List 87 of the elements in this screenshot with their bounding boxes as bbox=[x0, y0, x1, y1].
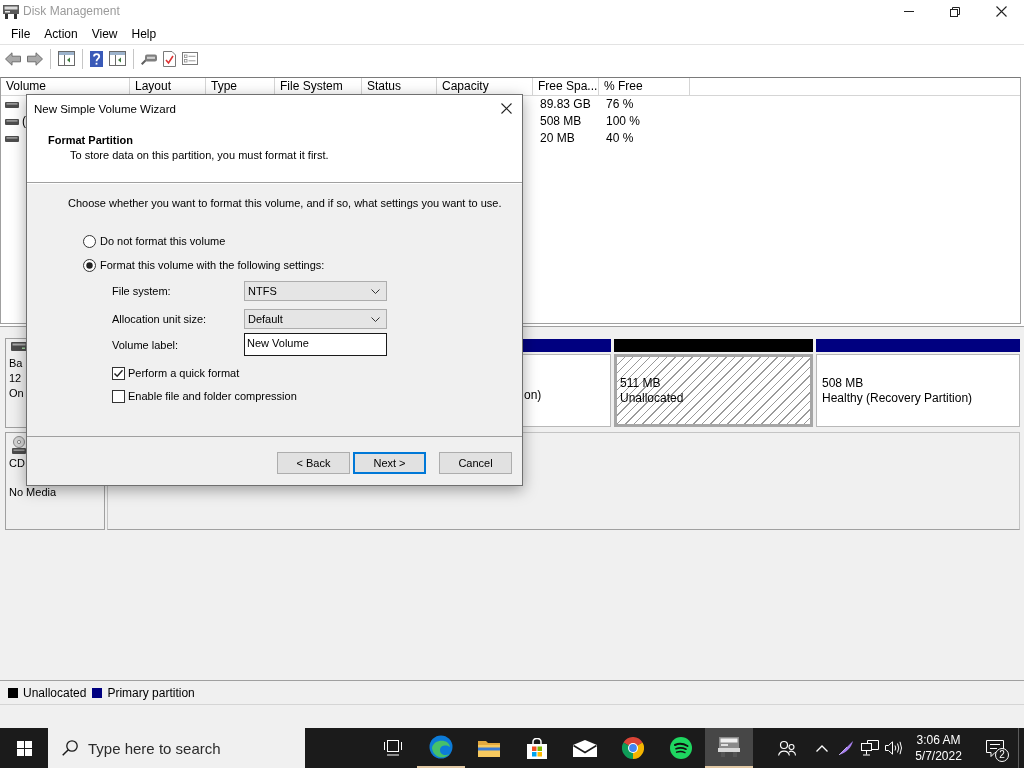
document-check-icon[interactable] bbox=[163, 50, 176, 67]
partition-text: 508 MB bbox=[822, 375, 864, 391]
table-cell: ( bbox=[22, 113, 26, 130]
partition-text: Unallocated bbox=[620, 390, 684, 406]
window-title: Disk Management bbox=[23, 4, 120, 19]
dropdown[interactable]: NTFS bbox=[244, 281, 387, 301]
close-icon[interactable] bbox=[501, 103, 512, 114]
partition-box[interactable]: on) bbox=[523, 354, 611, 427]
dropdown[interactable]: Default bbox=[244, 309, 387, 329]
field-label: Allocation unit size: bbox=[112, 312, 208, 326]
field-label: Volume label: bbox=[112, 337, 180, 352]
dialog-title: New Simple Volume Wizard bbox=[34, 102, 176, 115]
radio-label[interactable]: Do not format this volume bbox=[100, 235, 226, 247]
drive-icon bbox=[11, 342, 27, 351]
drive-icon bbox=[5, 135, 19, 142]
disk-info-text: CD bbox=[9, 456, 25, 471]
chevron-up-icon[interactable] bbox=[816, 744, 828, 752]
menu-item[interactable]: File bbox=[4, 25, 38, 42]
partition-text: 511 MB bbox=[620, 375, 661, 391]
taskbar-button[interactable] bbox=[705, 728, 753, 768]
search-field[interactable]: Type here to search bbox=[48, 728, 305, 768]
pen-icon[interactable] bbox=[838, 740, 854, 756]
clock-time[interactable]: 3:06 AM bbox=[916, 732, 961, 748]
folder-icon[interactable] bbox=[478, 739, 500, 757]
envelope-icon[interactable] bbox=[573, 739, 597, 757]
drive-icon bbox=[3, 4, 19, 19]
radio-label[interactable]: Format this volume with the following settings: bbox=[100, 259, 325, 271]
speaker-icon[interactable] bbox=[885, 741, 903, 755]
disk-info-text: No Media bbox=[9, 485, 57, 500]
next-button[interactable]: Next > bbox=[353, 452, 426, 474]
drive-icon[interactable] bbox=[718, 737, 740, 757]
radio-button[interactable] bbox=[83, 234, 96, 248]
text-field[interactable]: New Volume bbox=[244, 333, 387, 356]
partition-text: Healthy (Recovery Partition) bbox=[822, 390, 973, 406]
people-icon[interactable] bbox=[778, 740, 796, 756]
table-cell: 100 % bbox=[606, 113, 641, 130]
window-panes-icon[interactable] bbox=[58, 51, 75, 66]
search-icon bbox=[62, 740, 78, 756]
page-heading: Format Partition bbox=[48, 133, 133, 148]
menu-item[interactable]: Action bbox=[37, 25, 85, 42]
notification-count: 2 bbox=[995, 748, 1009, 762]
cancel-button[interactable]: Cancel bbox=[439, 452, 512, 474]
menu-item[interactable]: Help bbox=[124, 25, 164, 42]
drive-icon bbox=[5, 101, 19, 108]
instruction-text: Choose whether you want to format this volume, and if so, what settings you want to use. bbox=[68, 196, 502, 210]
checkbox-label[interactable]: Perform a quick format bbox=[128, 367, 240, 379]
close-icon[interactable] bbox=[995, 6, 1007, 17]
table-cell: 40 % bbox=[606, 130, 634, 147]
page-subheading: To store data on this partition, you must format it first. bbox=[70, 148, 329, 163]
legend-label: Primary partition bbox=[107, 685, 195, 700]
task-view-icon[interactable] bbox=[384, 740, 402, 756]
table-cell: 20 MB bbox=[540, 130, 575, 147]
menu-item[interactable]: View bbox=[84, 25, 125, 42]
notification-icon[interactable] bbox=[985, 739, 1004, 757]
disk-info-text: Ba bbox=[9, 356, 23, 371]
checkbox[interactable] bbox=[112, 389, 125, 403]
chevron-down-icon bbox=[371, 316, 380, 322]
circle-segments-icon[interactable] bbox=[622, 737, 644, 759]
window-panes-icon[interactable] bbox=[109, 51, 126, 66]
clock-date[interactable]: 5/7/2022 bbox=[915, 748, 962, 764]
restore-icon[interactable] bbox=[950, 6, 960, 17]
back-button[interactable]: < Back bbox=[277, 452, 350, 474]
chevron-down-icon bbox=[371, 288, 380, 294]
circle-arcs-icon[interactable] bbox=[670, 737, 692, 759]
partition-text: on) bbox=[524, 387, 542, 403]
field-label: File system: bbox=[112, 284, 172, 298]
list-window-icon[interactable] bbox=[182, 52, 198, 65]
disk-info-text: On bbox=[9, 386, 24, 401]
partition-box[interactable]: 511 MB Unallocated bbox=[614, 354, 813, 427]
table-cell: 508 MB bbox=[540, 113, 582, 130]
drive-icon bbox=[5, 118, 19, 125]
monitor-icon[interactable] bbox=[861, 740, 879, 756]
table-cell: 89.83 GB bbox=[540, 96, 591, 113]
radio-button[interactable] bbox=[83, 258, 96, 272]
checkbox-label[interactable]: Enable file and folder compression bbox=[128, 390, 297, 402]
start-icon[interactable] bbox=[16, 740, 32, 756]
disk-info-text: 12 bbox=[9, 371, 22, 386]
forward-arrow-icon[interactable] bbox=[27, 51, 43, 66]
partition-box[interactable]: 508 MB Healthy (Recovery Partition) bbox=[816, 354, 1020, 427]
plug-icon[interactable] bbox=[141, 52, 157, 65]
legend-label: Unallocated bbox=[23, 685, 87, 700]
swirl-icon[interactable] bbox=[429, 735, 453, 759]
checkbox[interactable] bbox=[112, 366, 125, 380]
table-cell: 76 % bbox=[606, 96, 634, 113]
help-icon[interactable] bbox=[90, 50, 103, 67]
back-arrow-icon[interactable] bbox=[5, 51, 21, 66]
shopping-bag-icon[interactable] bbox=[527, 737, 547, 759]
